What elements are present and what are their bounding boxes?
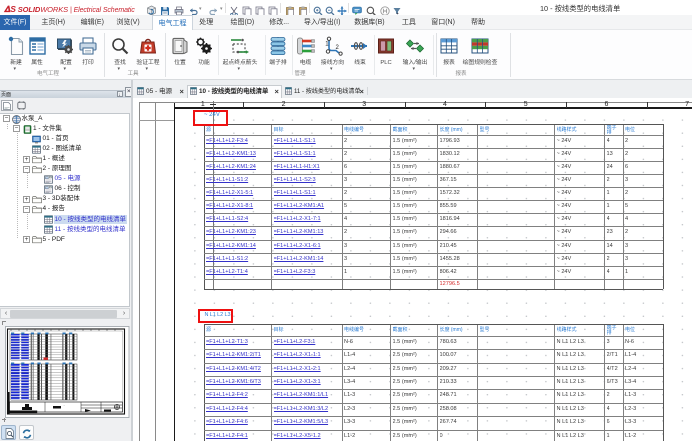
svg-text:2: 2 (335, 45, 339, 51)
svg-text:...: ... (63, 404, 65, 407)
